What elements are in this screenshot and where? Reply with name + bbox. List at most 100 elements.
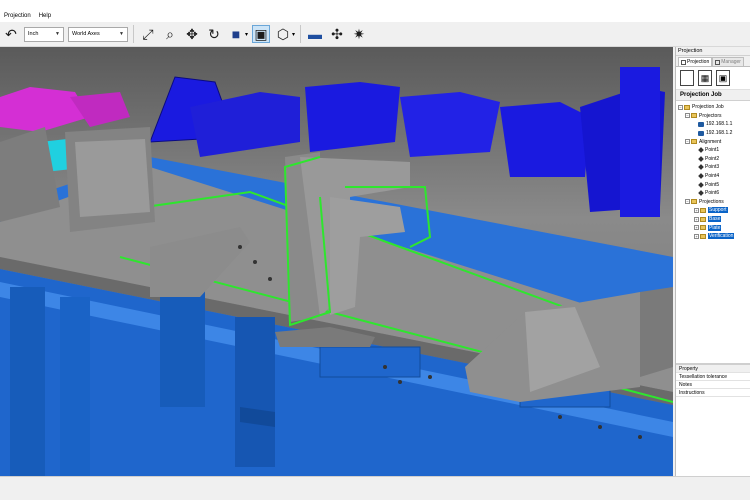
tree-node-point[interactable]: Point4 [676, 172, 750, 181]
tree-node-label: Point5 [705, 181, 720, 188]
collapse-icon[interactable]: − [685, 113, 690, 119]
collapse-icon[interactable]: − [685, 199, 690, 205]
tree-node-projections[interactable]: − Projections [676, 198, 750, 207]
panel-title: Projection [676, 47, 750, 56]
tree-node-label: Projectors [699, 112, 722, 119]
folder-icon [700, 233, 706, 239]
axes-select[interactable]: World Axes ▼ [68, 26, 128, 42]
property-row[interactable]: Tessellation tolerance [676, 373, 750, 381]
tree-node-projector[interactable]: 192.168.1.2 [676, 129, 750, 138]
expand-icon[interactable]: + [694, 225, 699, 231]
point-icon [698, 164, 704, 171]
tree-node-label: Point1 [705, 147, 720, 154]
scene-render [0, 67, 673, 476]
pan-icon[interactable]: ✥ [183, 25, 201, 43]
zoom-fit-icon[interactable]: ⤢ [139, 25, 157, 43]
folder-icon [700, 207, 706, 213]
cube-view-icon[interactable]: ■ [227, 25, 245, 43]
tree-node-label: Alignment [699, 138, 722, 145]
tab-manager[interactable]: Manager [712, 57, 744, 66]
tree-node-projection[interactable]: + Verification [676, 232, 750, 241]
manager-tab-icon [715, 59, 721, 65]
menu-help[interactable]: Help [35, 11, 55, 22]
unit-select-value: Inch [28, 31, 39, 37]
point-icon [698, 156, 704, 162]
status-bar [0, 476, 750, 500]
folder-icon [700, 225, 706, 231]
tree-node-label: 192.168.1.2 [706, 130, 733, 137]
main-toolbar: ↶ Inch ▼ World Axes ▼ ⤢ ⌕ ✥ ↻ ■ ▾ ▣ ⬡ ▾ … [0, 22, 750, 47]
tree-node-point[interactable]: Point2 [676, 155, 750, 164]
tree-node-point[interactable]: Point3 [676, 163, 750, 172]
tab-projection-label: Projection [687, 59, 710, 65]
rotate-icon[interactable]: ↻ [205, 25, 223, 43]
property-row[interactable]: Notes [676, 381, 750, 389]
folder-icon [684, 104, 690, 110]
point-icon [698, 147, 704, 154]
tree-node-point[interactable]: Point6 [676, 189, 750, 198]
open-projector-icon[interactable]: ▦ [698, 70, 712, 86]
collapse-icon[interactable]: − [685, 139, 690, 145]
tree-node-root[interactable]: − Projection Job [676, 103, 750, 112]
laser-icon[interactable]: ✷ [350, 25, 368, 43]
tree-node-alignment[interactable]: − Alignment [676, 137, 750, 146]
projector-icon [698, 130, 704, 136]
projection-panel: Projection Projection Manager ▦ ▣ Projec… [675, 47, 750, 476]
expand-icon[interactable]: + [694, 233, 699, 239]
tree-node-label: Projections [699, 198, 724, 205]
tree-node-point[interactable]: Point1 [676, 146, 750, 155]
settings-projector-icon[interactable]: ▣ [716, 70, 730, 86]
tree-node-label: Point3 [705, 164, 720, 171]
projection-tree: − Projection Job − Projectors 192.168.1.… [676, 101, 750, 356]
axes-select-value: World Axes [72, 31, 100, 37]
box-view-icon[interactable]: ⬡ [274, 25, 292, 43]
tree-node-projection[interactable]: + Plate [676, 223, 750, 232]
tree-node-projection[interactable]: + Base [676, 215, 750, 224]
tree-node-label: 192.168.1.1 [706, 121, 733, 128]
expand-icon[interactable]: + [694, 207, 699, 213]
toolbar-separator [133, 25, 134, 43]
tree-node-label: Verification [708, 233, 735, 240]
point-add-icon[interactable]: ✣ [328, 25, 346, 43]
tree-node-point[interactable]: Point5 [676, 180, 750, 189]
chevron-down-icon[interactable]: ▾ [292, 31, 295, 38]
tab-manager-label: Manager [721, 59, 741, 65]
undo-arrow-icon[interactable]: ↶ [2, 25, 20, 43]
tree-node-label: Point6 [705, 190, 720, 197]
projector-icon[interactable]: ▬ [306, 25, 324, 43]
panel-toolbar: ▦ ▣ [676, 67, 750, 90]
title-strip [0, 0, 750, 11]
3d-viewport[interactable] [0, 47, 673, 476]
chevron-down-icon[interactable]: ▾ [245, 31, 248, 38]
tree-node-label: Support [708, 207, 728, 214]
tree-node-projectors[interactable]: − Projectors [676, 112, 750, 121]
tree-node-label: Base [708, 216, 722, 223]
tab-projection[interactable]: Projection [678, 57, 713, 66]
chevron-down-icon: ▼ [119, 31, 124, 37]
zoom-window-icon[interactable]: ⌕ [161, 25, 179, 43]
projection-tab-icon [681, 59, 686, 65]
folder-icon [700, 216, 706, 222]
point-icon [698, 173, 704, 179]
property-header: Property [676, 365, 750, 373]
toolbar-separator [300, 25, 302, 43]
panel-tabs: Projection Manager [676, 56, 750, 67]
folder-icon [691, 113, 697, 119]
property-row[interactable]: Instructions [676, 389, 750, 397]
folder-icon [691, 139, 697, 145]
tree-node-projector[interactable]: 192.168.1.1 [676, 120, 750, 129]
menu-bar: Projection Help [0, 11, 750, 22]
tree-node-label: Point2 [705, 155, 720, 162]
chevron-down-icon: ▼ [55, 31, 60, 37]
tree-node-projection[interactable]: + Support [676, 206, 750, 215]
menu-projection[interactable]: Projection [0, 11, 35, 22]
tree-header: Projection Job [676, 90, 750, 101]
new-document-icon[interactable] [680, 70, 694, 86]
select-tool-icon[interactable]: ▣ [252, 25, 271, 43]
point-icon [698, 190, 704, 197]
tree-node-label: Projection Job [692, 104, 724, 111]
collapse-icon[interactable]: − [678, 104, 683, 110]
expand-icon[interactable]: + [694, 216, 699, 222]
property-grid: Property Tessellation tolerance Notes In… [676, 363, 750, 476]
unit-select[interactable]: Inch ▼ [24, 26, 64, 42]
